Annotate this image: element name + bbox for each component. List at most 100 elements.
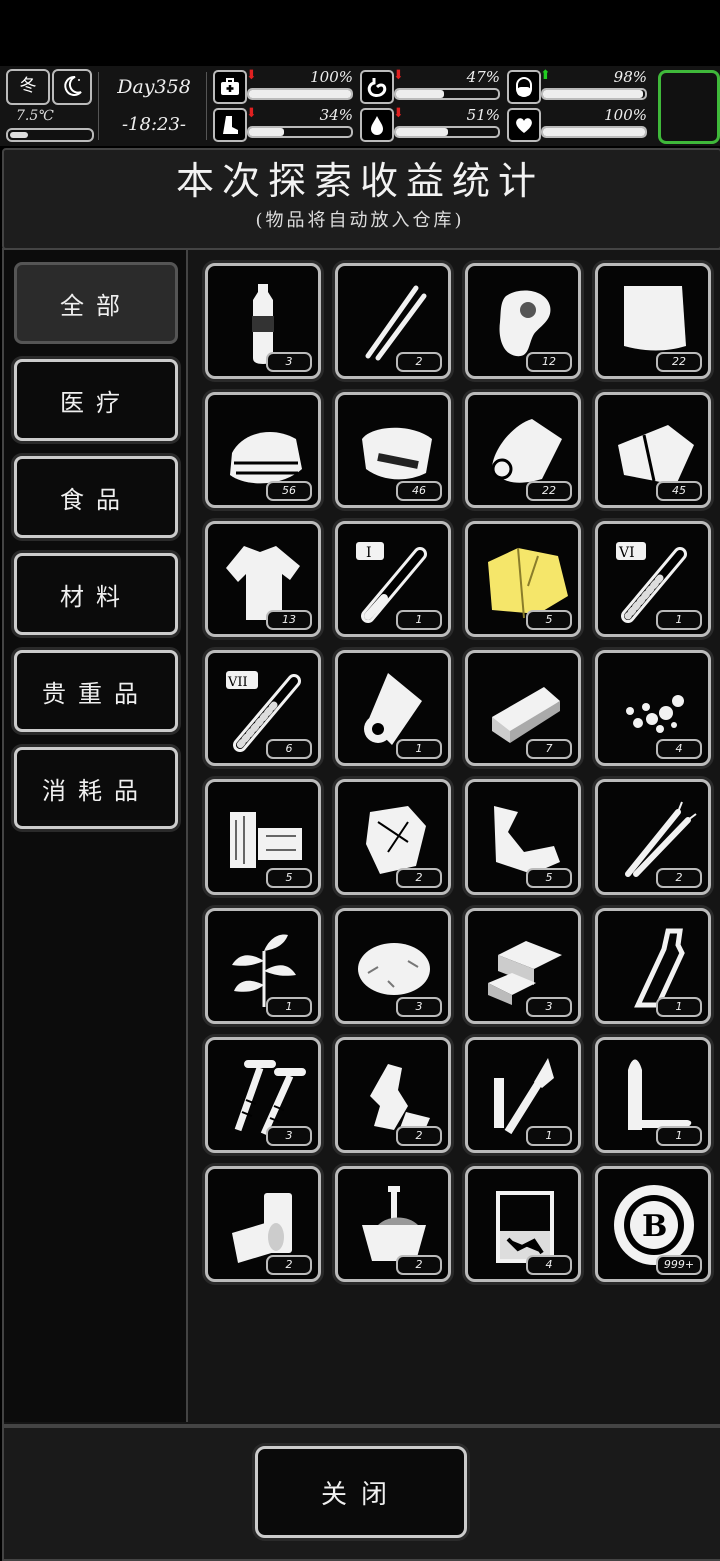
item-slot[interactable]: 3 <box>335 908 451 1024</box>
item-slot[interactable]: 1 <box>205 908 321 1024</box>
item-count: 12 <box>526 352 572 372</box>
item-count: 999+ <box>656 1255 702 1275</box>
item-slot[interactable]: 2 <box>335 779 451 895</box>
item-count: 7 <box>526 739 572 759</box>
stamina-value: 34% <box>319 106 353 124</box>
category-tab-valuables[interactable]: 贵重品 <box>14 650 178 732</box>
item-count: 2 <box>396 352 442 372</box>
item-count: 56 <box>266 481 312 501</box>
item-slot[interactable]: B 999+ <box>595 1166 711 1282</box>
item-count: 6 <box>266 739 312 759</box>
item-slot[interactable]: 4 <box>595 650 711 766</box>
svg-text:VII: VII <box>227 675 248 690</box>
sanity-bar-fill <box>543 90 643 98</box>
item-slot[interactable]: 1 <box>335 650 451 766</box>
thirst-bar <box>394 126 500 138</box>
category-tab-label: 贵重品 <box>42 679 150 708</box>
health-bar <box>247 88 353 100</box>
close-button-label: 关闭 <box>320 1479 401 1510</box>
close-button[interactable]: 关闭 <box>255 1446 467 1538</box>
item-count: 1 <box>396 610 442 630</box>
item-slot[interactable]: 2 <box>335 1037 451 1153</box>
item-slot[interactable]: VII 6 <box>205 650 321 766</box>
water-drop-icon <box>360 108 394 142</box>
item-slot[interactable]: 3 <box>465 908 581 1024</box>
category-tab-medical[interactable]: 医疗 <box>14 359 178 441</box>
item-slot[interactable]: 1 <box>465 1037 581 1153</box>
svg-text:I: I <box>366 545 372 561</box>
item-slot[interactable]: 3 <box>205 1037 321 1153</box>
thirst-value: 51% <box>466 106 500 124</box>
item-slot[interactable]: 46 <box>335 392 451 508</box>
item-count: 22 <box>656 352 702 372</box>
item-slot[interactable]: 12 <box>465 263 581 379</box>
item-count: 2 <box>396 868 442 888</box>
item-slot[interactable]: 2 <box>205 1166 321 1282</box>
item-slot[interactable]: 56 <box>205 392 321 508</box>
item-count: 1 <box>266 997 312 1017</box>
item-slot[interactable]: 5 <box>205 779 321 895</box>
item-count: 2 <box>656 868 702 888</box>
thermometer-fill <box>10 132 28 138</box>
item-slot[interactable]: 2 <box>595 779 711 895</box>
temperature-gauge: 7.5℃ <box>6 108 94 142</box>
item-count: 3 <box>396 997 442 1017</box>
item-count: 45 <box>656 481 702 501</box>
thermometer-bar <box>6 128 94 142</box>
category-tab-consumables[interactable]: 消耗品 <box>14 747 178 829</box>
stamina-bar <box>247 126 353 138</box>
item-slot[interactable]: 3 <box>205 263 321 379</box>
character-portrait[interactable] <box>658 70 720 144</box>
item-slot[interactable]: 45 <box>595 392 711 508</box>
item-slot[interactable]: 5 <box>465 779 581 895</box>
item-count: 5 <box>526 610 572 630</box>
item-slot[interactable]: 1 <box>595 1037 711 1153</box>
item-slot[interactable]: 13 <box>205 521 321 637</box>
mood-value: 100% <box>604 106 647 124</box>
item-count: 4 <box>656 739 702 759</box>
item-count: 1 <box>656 1126 702 1146</box>
foot-icon <box>213 108 247 142</box>
season-indicator: 冬 <box>6 69 50 105</box>
item-slot[interactable]: 4 <box>465 1166 581 1282</box>
category-tab-label: 消耗品 <box>42 776 150 805</box>
item-slot[interactable]: 22 <box>595 263 711 379</box>
pill-icon <box>507 70 541 104</box>
item-slot[interactable]: I1 <box>335 521 451 637</box>
stamina-bar-fill <box>249 128 284 136</box>
item-count: 2 <box>396 1126 442 1146</box>
thirst-bar-fill <box>396 128 448 136</box>
item-count: 2 <box>396 1255 442 1275</box>
item-count: 2 <box>266 1255 312 1275</box>
item-slot[interactable]: 1 <box>595 908 711 1024</box>
category-tab-materials[interactable]: 材料 <box>14 553 178 635</box>
page-title: 本次探索收益统计 <box>175 159 544 203</box>
item-count: 5 <box>526 868 572 888</box>
hud-divider <box>98 72 99 140</box>
item-slot[interactable]: VI 1 <box>595 521 711 637</box>
health-bar-fill <box>249 90 351 98</box>
item-count: 5 <box>266 868 312 888</box>
item-count: 3 <box>266 352 312 372</box>
item-count: 1 <box>656 997 702 1017</box>
stomach-icon <box>360 70 394 104</box>
item-slot[interactable]: 5 <box>465 521 581 637</box>
day-counter: Day358 <box>117 76 191 98</box>
category-tab-food[interactable]: 食品 <box>14 456 178 538</box>
page-subtitle: (物品将自动放入仓库) <box>255 210 465 231</box>
heart-icon <box>507 108 541 142</box>
item-count: 46 <box>396 481 442 501</box>
moon-icon <box>52 69 92 105</box>
item-slot[interactable]: 2 <box>335 1166 451 1282</box>
item-slot[interactable]: 7 <box>465 650 581 766</box>
sanity-bar <box>541 88 647 100</box>
item-slot[interactable]: 22 <box>465 392 581 508</box>
category-tab-label: 医疗 <box>60 388 132 417</box>
item-count: 4 <box>526 1255 572 1275</box>
item-count: 1 <box>656 610 702 630</box>
trend-down-icon: ⬇ <box>393 68 404 83</box>
health-value: 100% <box>310 68 353 86</box>
item-slot[interactable]: 2 <box>335 263 451 379</box>
category-tab-all[interactable]: 全部 <box>14 262 178 344</box>
season-label: 冬 <box>19 76 37 96</box>
